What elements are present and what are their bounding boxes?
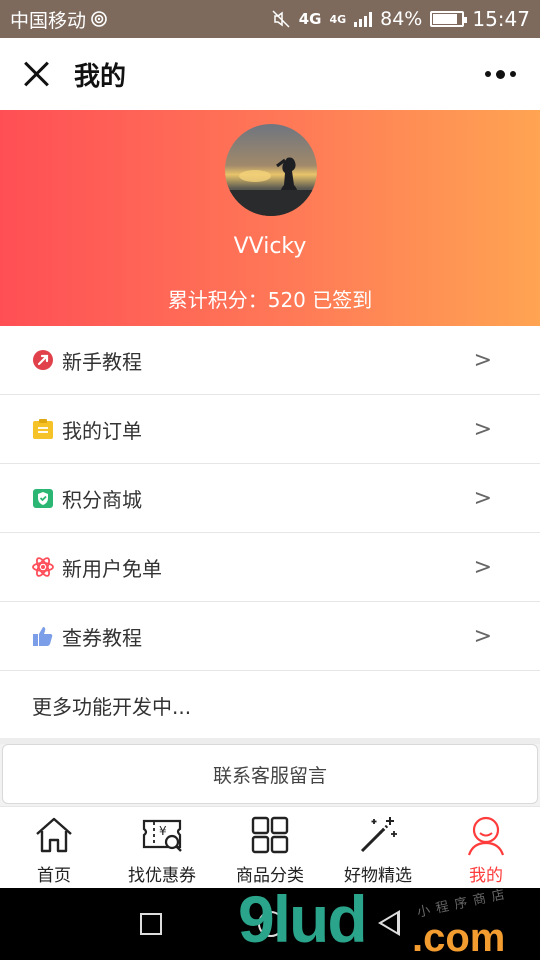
tab-label: 我的 <box>469 866 503 886</box>
watermark-suffix: .com <box>412 916 506 960</box>
svg-text:¥: ¥ <box>159 824 167 838</box>
tab-home[interactable]: 首页 <box>0 807 108 888</box>
close-icon[interactable] <box>22 60 50 88</box>
tab-featured[interactable]: 好物精选 <box>324 807 432 888</box>
page-title: 我的 <box>74 61 127 92</box>
watermark-logo: 9lud .com 小程序商店 <box>238 882 538 960</box>
battery-icon <box>430 11 468 27</box>
shield-check-icon <box>32 487 54 509</box>
tutorial-icon <box>32 349 54 371</box>
menu-item-more: 更多功能开发中... <box>0 671 540 740</box>
avatar-photo <box>225 157 317 216</box>
menu-list: 新手教程 > 我的订单 > 积分商城 > 新用户免单 > 查券教程 > 更多功能… <box>0 326 540 740</box>
header: 我的 <box>0 38 540 110</box>
network-type-label: 4G <box>298 10 322 28</box>
battery-percent: 84% <box>380 8 423 30</box>
menu-item-label: 我的订单 <box>62 418 142 443</box>
chevron-right-icon: > <box>473 554 492 580</box>
more-features-label: 更多功能开发中... <box>32 695 192 719</box>
menu-item-orders[interactable]: 我的订单 > <box>0 395 540 464</box>
profile-banner: VVicky 累计积分：520 已签到 <box>0 110 540 326</box>
tab-label: 找优惠券 <box>128 866 196 886</box>
status-right: 4G 4G 84% 15:47 <box>271 7 530 31</box>
order-icon <box>32 418 54 440</box>
more-icon[interactable] <box>485 69 516 79</box>
menu-item-coupon-tutorial[interactable]: 查券教程 > <box>0 602 540 671</box>
menu-item-points-mall[interactable]: 积分商城 > <box>0 464 540 533</box>
menu-item-new-user[interactable]: 新用户免单 > <box>0 533 540 602</box>
clock: 15:47 <box>472 7 530 31</box>
tab-mine[interactable]: 我的 <box>432 807 540 888</box>
carrier-label: 中国移动 <box>10 9 87 32</box>
mute-icon <box>272 10 290 28</box>
tab-find-coupons[interactable]: ¥ 找优惠券 <box>108 807 216 888</box>
chevron-right-icon: > <box>473 347 492 373</box>
grid-icon <box>251 816 289 854</box>
chevron-right-icon: > <box>473 623 492 649</box>
status-bar: 中国移动 4G 4G 84% 15:47 <box>0 0 540 38</box>
tab-label: 首页 <box>37 866 71 886</box>
home-icon <box>36 817 72 853</box>
network-type-label-2: 4G <box>329 12 347 26</box>
contact-service-button[interactable]: 联系客服留言 <box>2 744 538 804</box>
avatar[interactable] <box>225 124 317 216</box>
chevron-right-icon: > <box>473 485 492 511</box>
menu-item-tutorial[interactable]: 新手教程 > <box>0 326 540 395</box>
magic-wand-icon <box>360 817 397 853</box>
status-left: 中国移动 <box>10 6 108 33</box>
menu-item-label: 查券教程 <box>62 625 142 650</box>
watermark-small: 小程序商店 <box>415 886 512 921</box>
watermark-main: 9lud <box>238 882 368 956</box>
menu-item-label: 新手教程 <box>62 349 142 374</box>
hotspot-icon <box>91 11 107 27</box>
tab-categories[interactable]: 商品分类 <box>216 807 324 888</box>
points-status: 累计积分：520 已签到 <box>167 288 373 312</box>
user-icon <box>467 816 505 856</box>
thumbs-up-icon <box>32 625 54 647</box>
chevron-right-icon: > <box>473 416 492 442</box>
username: VVicky <box>233 234 307 259</box>
coupon-search-icon: ¥ <box>142 819 182 852</box>
tab-bar: 首页 ¥ 找优惠券 商品分类 好物精选 我的 <box>0 806 540 888</box>
menu-item-label: 新用户免单 <box>62 556 162 581</box>
recent-apps-button[interactable] <box>140 913 162 935</box>
menu-item-label: 积分商城 <box>62 487 142 512</box>
signal-icon <box>354 11 373 27</box>
atom-icon <box>32 556 54 578</box>
